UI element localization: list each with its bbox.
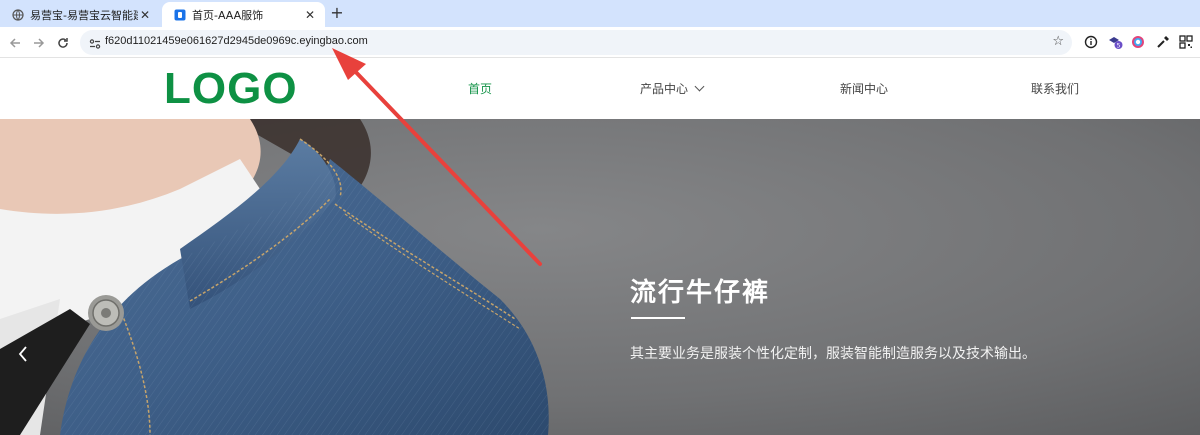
forward-arrow-icon[interactable]	[29, 33, 49, 53]
address-bar[interactable]: f620d11021459e061627d2945de0969c.eyingba…	[80, 30, 1072, 55]
close-tab-icon[interactable]: ✕	[303, 8, 317, 22]
browser-tab-home[interactable]: 首页-AAA服饰 ✕	[162, 2, 325, 27]
chevron-down-icon	[694, 81, 705, 92]
nav-item-contact[interactable]: 联系我们	[1031, 80, 1079, 97]
svg-text:5: 5	[1117, 43, 1121, 50]
nav-item-news[interactable]: 新闻中心	[840, 80, 888, 97]
browser-tab-yingbao[interactable]: 易营宝-易营宝云智能建站营销 ✕	[0, 2, 160, 27]
color-picker-extension-icon[interactable]	[1130, 34, 1146, 50]
new-tab-button[interactable]: +	[328, 4, 346, 22]
bookmark-star-icon[interactable]: ☆	[1052, 34, 1064, 49]
site-header: LOGO 首页 产品中心 新闻中心 联系我们	[0, 58, 1200, 119]
info-icon[interactable]	[1083, 34, 1099, 50]
nav-item-products[interactable]: 产品中心	[640, 80, 705, 97]
extension-badge-icon[interactable]: 5	[1107, 34, 1123, 50]
globe-icon	[12, 8, 24, 21]
nav-item-home[interactable]: 首页	[468, 80, 492, 97]
tab-title: 易营宝-易营宝云智能建站营销	[30, 8, 138, 22]
url-text[interactable]: f620d11021459e061627d2945de0969c.eyingba…	[105, 35, 368, 47]
hero-title: 流行牛仔裤	[630, 278, 771, 308]
hero-background-image	[0, 119, 1200, 435]
site-logo[interactable]: LOGO	[164, 66, 298, 112]
site-favicon-icon	[174, 9, 186, 21]
nav-item-label: 产品中心	[640, 82, 689, 96]
browser-tab-strip: 易营宝-易营宝云智能建站营销 ✕ 首页-AAA服饰 ✕ +	[0, 0, 1200, 27]
qr-code-icon[interactable]	[1178, 34, 1194, 50]
eyedropper-icon[interactable]	[1155, 34, 1171, 50]
back-arrow-icon[interactable]	[5, 33, 25, 53]
hero-banner: 流行牛仔裤 其主要业务是服装个性化定制，服装智能制造服务以及技术输出。	[0, 119, 1200, 435]
tab-title: 首页-AAA服饰	[192, 8, 264, 22]
reload-icon[interactable]	[53, 33, 73, 53]
hero-divider	[631, 317, 685, 319]
site-settings-icon[interactable]	[88, 36, 102, 50]
close-tab-icon[interactable]: ✕	[138, 8, 152, 22]
browser-toolbar: f620d11021459e061627d2945de0969c.eyingba…	[0, 27, 1200, 58]
carousel-prev-arrow-icon[interactable]	[16, 344, 30, 364]
hero-description: 其主要业务是服装个性化定制，服装智能制造服务以及技术输出。	[630, 346, 1036, 362]
